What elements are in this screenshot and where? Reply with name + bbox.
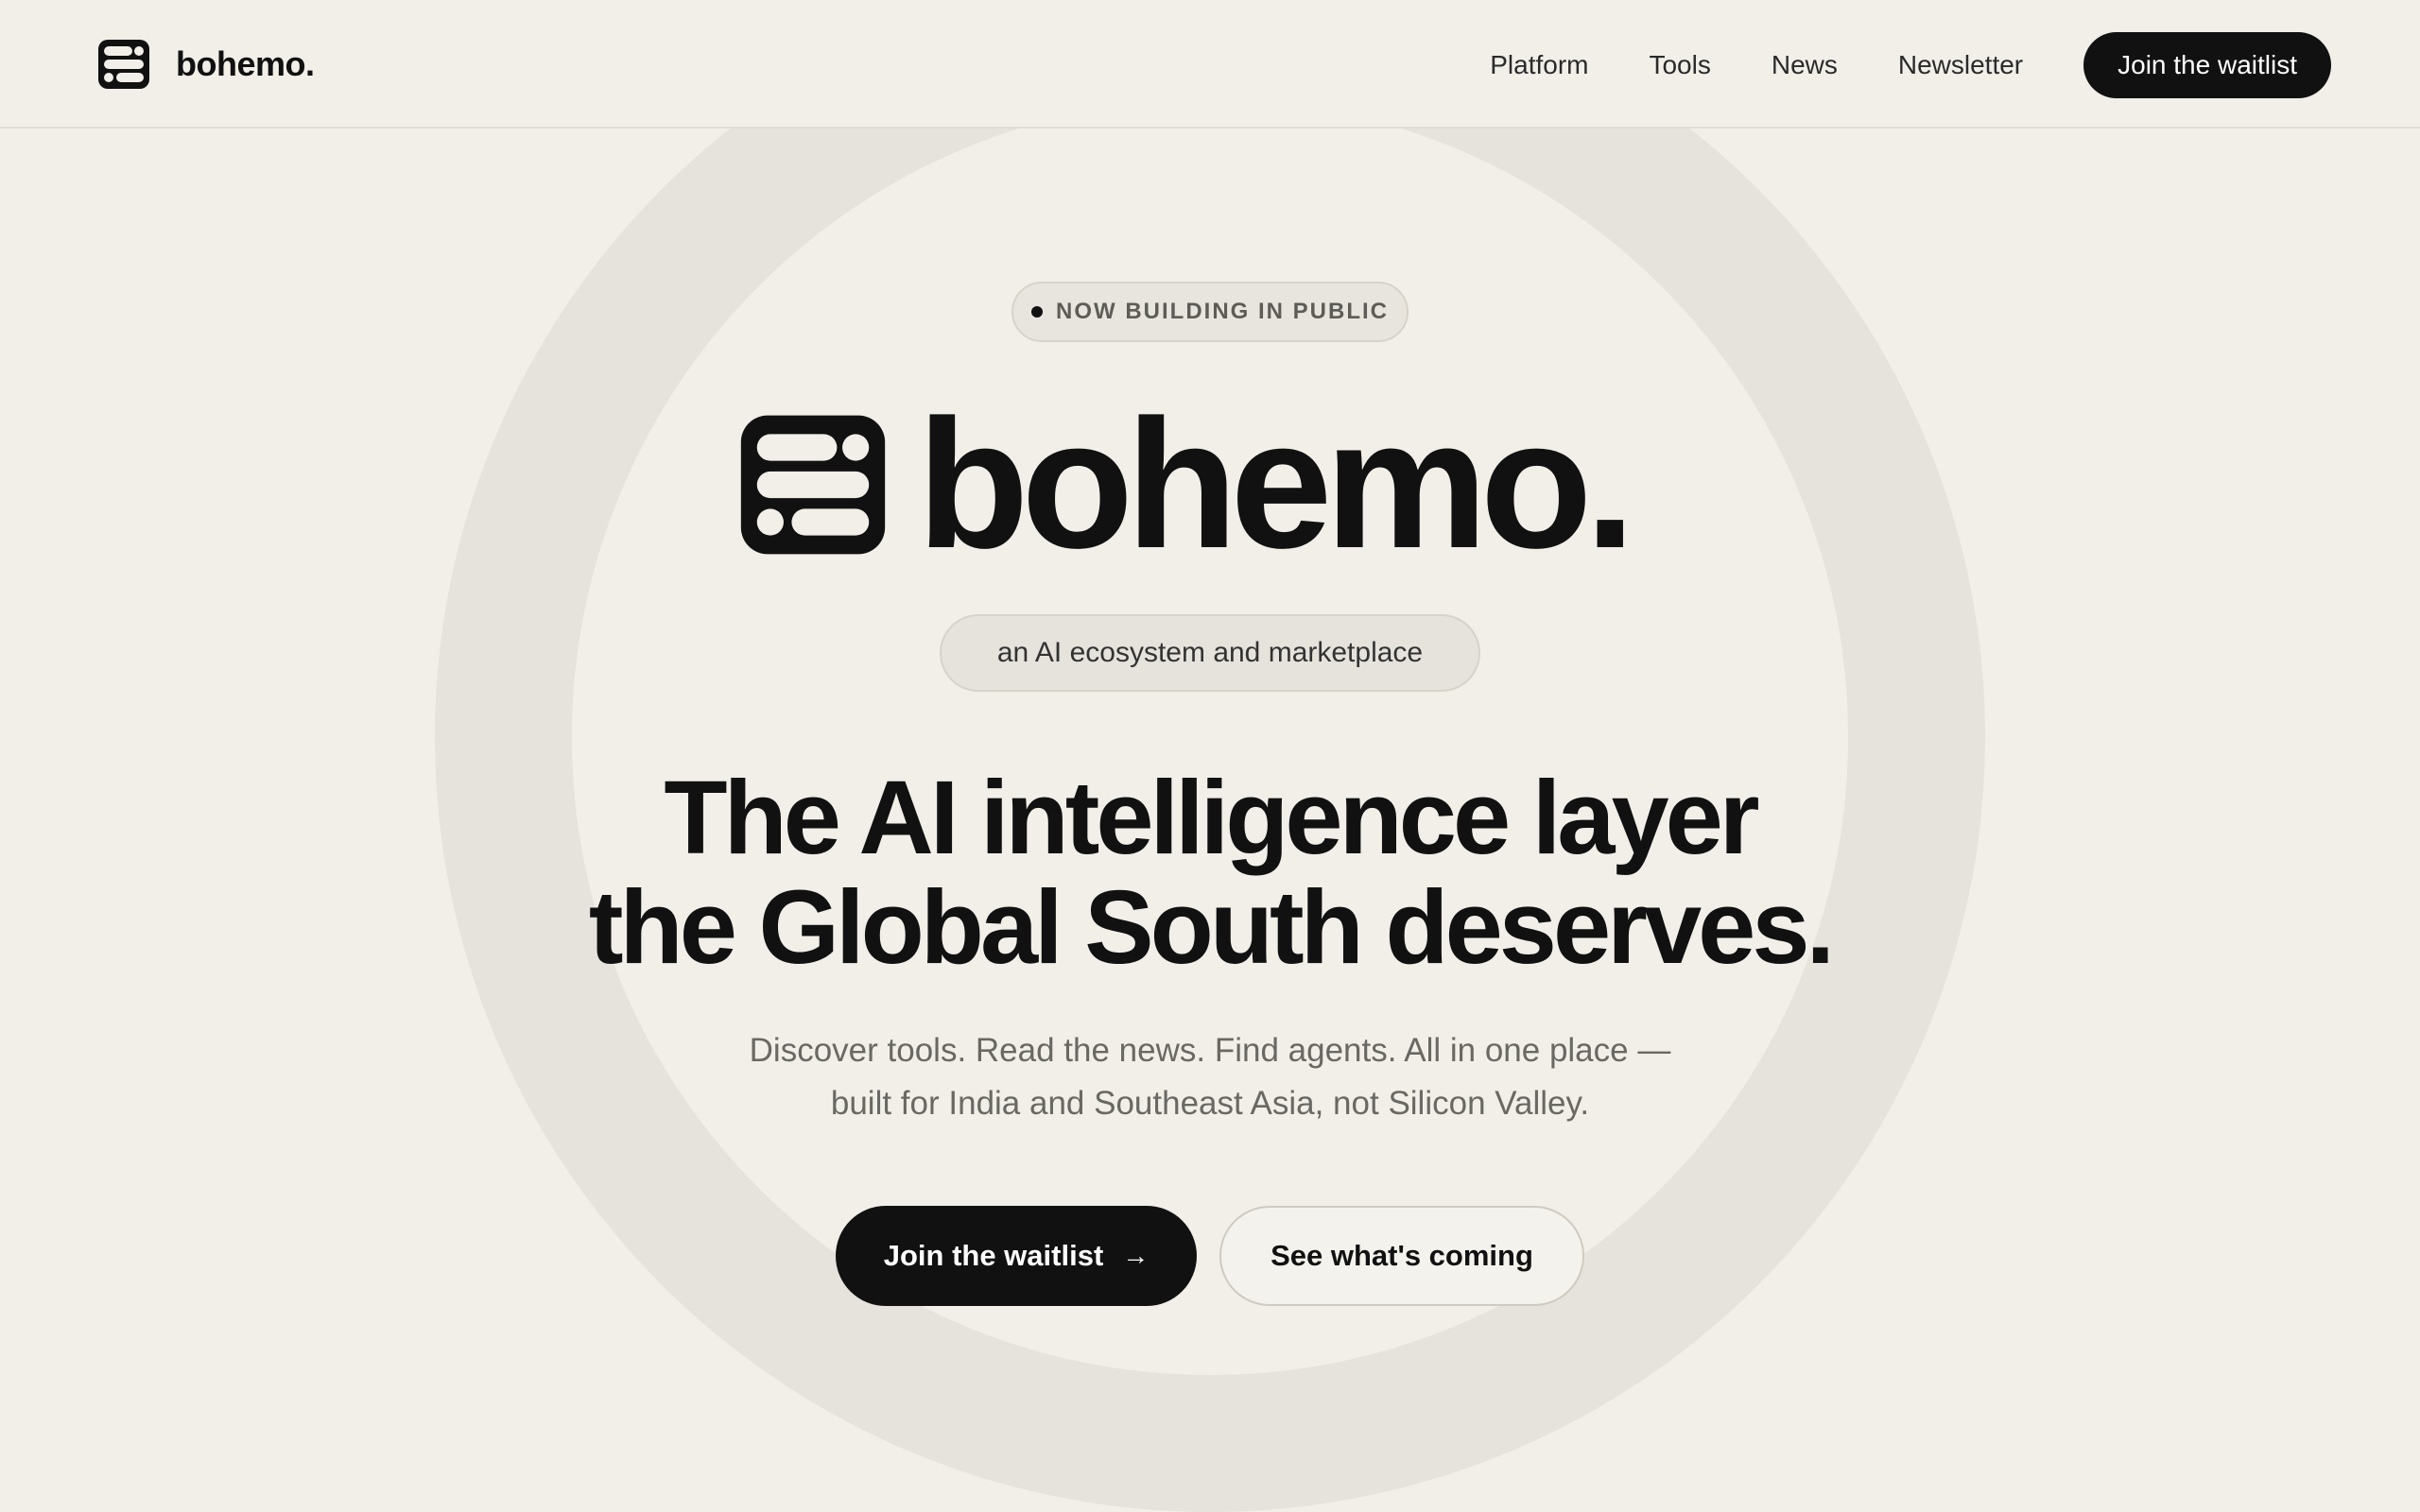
see-whats-coming-button[interactable]: See what's coming (1219, 1206, 1584, 1306)
arrow-right-icon: → (1122, 1241, 1150, 1270)
nav-link-tools[interactable]: Tools (1649, 50, 1710, 80)
hero-logo-wordmark: bohemo. (917, 382, 1635, 587)
tagline-badge: an AI ecosystem and marketplace (940, 614, 1480, 692)
brand-name: bohemo. (176, 44, 315, 83)
hero-logo: bohemo. (732, 393, 1635, 576)
status-dot-icon (1031, 306, 1043, 318)
nav-link-platform[interactable]: Platform (1490, 50, 1588, 80)
join-waitlist-hero-button[interactable]: Join the waitlist → (836, 1206, 1197, 1306)
nav-link-news[interactable]: News (1772, 50, 1838, 80)
subcopy-line-1: Discover tools. Read the news. Find agen… (749, 1032, 1671, 1069)
headline-line-2: the Global South deserves. (588, 869, 1835, 986)
join-waitlist-label: Join the waitlist (883, 1239, 1104, 1272)
brand-home-link[interactable]: bohemo. (96, 38, 315, 91)
main-nav: Platform Tools News Newsletter Join the … (1490, 32, 2331, 98)
hero-subcopy: Discover tools. Read the news. Find agen… (0, 1024, 2420, 1130)
nav-link-newsletter[interactable]: Newsletter (1898, 50, 2023, 80)
hero-section: NOW BUILDING IN PUBLIC bohemo. an AI eco… (0, 129, 2420, 1512)
join-waitlist-nav-button[interactable]: Join the waitlist (2083, 32, 2331, 98)
subcopy-line-2: built for India and Southeast Asia, not … (830, 1085, 1590, 1122)
tagline-text: an AI ecosystem and marketplace (996, 637, 1424, 668)
headline-line-1: The AI intelligence layer (664, 760, 1759, 876)
hero-headline: The AI intelligence layer the Global Sou… (0, 764, 2420, 983)
status-badge: NOW BUILDING IN PUBLIC (1011, 282, 1409, 342)
stacked-bars-logo-icon (740, 415, 886, 555)
stacked-bars-logo-icon (98, 40, 149, 89)
top-nav-bar: bohemo. Platform Tools News Newsletter J… (0, 0, 2420, 129)
status-badge-label: NOW BUILDING IN PUBLIC (1056, 299, 1389, 324)
